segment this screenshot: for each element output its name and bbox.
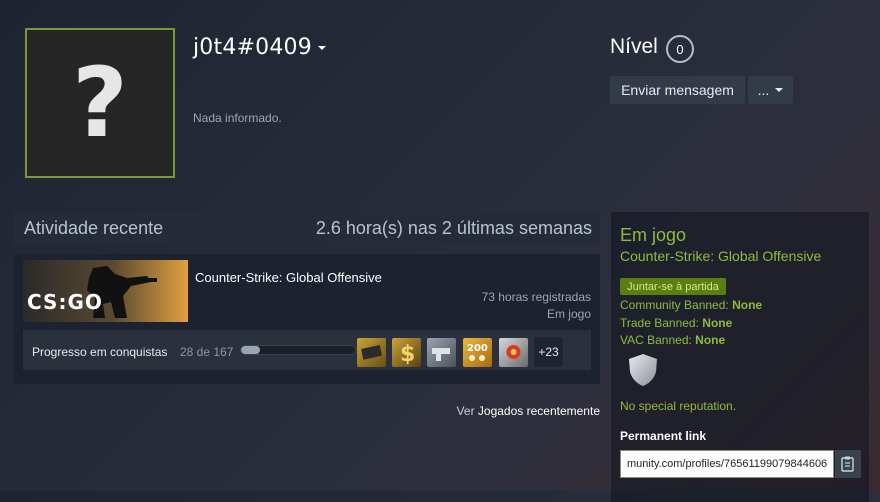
chevron-down-icon bbox=[775, 88, 784, 92]
copy-link-button[interactable] bbox=[835, 450, 861, 478]
see-recently-played-link[interactable]: Ver Jogados recentemente bbox=[457, 404, 600, 418]
vac-ban-value: None bbox=[695, 333, 726, 347]
send-message-button[interactable]: Enviar mensagem bbox=[610, 76, 745, 104]
game-hours: 73 horas registradas bbox=[481, 290, 591, 304]
community-ban-label: Community Banned: bbox=[620, 298, 729, 312]
persona-name-dropdown[interactable]: j0t4#0409 bbox=[193, 35, 326, 60]
vac-ban-label: VAC Banned: bbox=[620, 333, 692, 347]
more-achievements-button[interactable]: +23 bbox=[534, 337, 563, 367]
clipboard-icon bbox=[841, 456, 854, 472]
achievement-progress-bar bbox=[240, 345, 356, 355]
more-label: ... bbox=[757, 82, 770, 98]
more-actions-button[interactable]: ... bbox=[748, 76, 793, 104]
game-name-link[interactable]: Counter-Strike: Global Offensive bbox=[195, 270, 382, 285]
achievement-count: 28 de 167 bbox=[180, 345, 234, 359]
chevron-down-icon bbox=[317, 46, 326, 50]
achievement-2-icon[interactable]: $ bbox=[392, 338, 421, 367]
permanent-link-field[interactable] bbox=[620, 450, 834, 478]
recent-activity-title: Atividade recente bbox=[24, 218, 164, 238]
community-ban-value: None bbox=[732, 298, 763, 312]
trade-ban-value: None bbox=[702, 316, 733, 330]
recent-activity-hours: 2.6 hora(s) nas 2 últimas semanas bbox=[315, 218, 592, 238]
svg-text:200: 200 bbox=[467, 343, 488, 354]
achievement-1-icon[interactable] bbox=[357, 338, 386, 367]
shield-icon bbox=[629, 354, 657, 386]
achievement-progress-fill bbox=[241, 346, 261, 354]
avatar-placeholder-icon: ? bbox=[72, 47, 128, 159]
permanent-link-label: Permanent link bbox=[620, 429, 707, 443]
level-label: Nível bbox=[610, 35, 658, 58]
in-game-title: Em jogo bbox=[620, 225, 687, 245]
vac-ban-status: VAC Banned: None bbox=[620, 333, 725, 347]
avatar: ? bbox=[25, 28, 175, 178]
persona-name: j0t4#0409 bbox=[193, 35, 312, 60]
svg-text:$: $ bbox=[400, 342, 415, 367]
profile-summary: Nada informado. bbox=[193, 111, 282, 125]
community-ban-status: Community Banned: None bbox=[620, 298, 762, 312]
achievement-4-icon[interactable]: 200 bbox=[463, 338, 492, 367]
trade-ban-label: Trade Banned: bbox=[620, 316, 699, 330]
game-banner[interactable]: CS:GO bbox=[23, 260, 188, 322]
in-game-name[interactable]: Counter-Strike: Global Offensive bbox=[620, 248, 821, 264]
achievement-progress-label: Progresso em conquistas bbox=[32, 345, 168, 359]
see-recent-link-text: Jogados recentemente bbox=[477, 404, 600, 418]
trade-ban-status: Trade Banned: None bbox=[620, 316, 732, 330]
game-banner-text: CS:GO bbox=[27, 290, 103, 314]
achievement-3-icon[interactable] bbox=[427, 338, 456, 367]
see-recent-prefix: Ver bbox=[456, 404, 475, 418]
game-status: Em jogo bbox=[546, 307, 591, 321]
reputation-text: No special reputation. bbox=[620, 399, 737, 413]
level-badge[interactable]: 0 bbox=[666, 35, 694, 63]
achievement-5-icon[interactable] bbox=[499, 338, 528, 367]
join-game-button[interactable]: Juntar-se à partida bbox=[620, 278, 726, 295]
